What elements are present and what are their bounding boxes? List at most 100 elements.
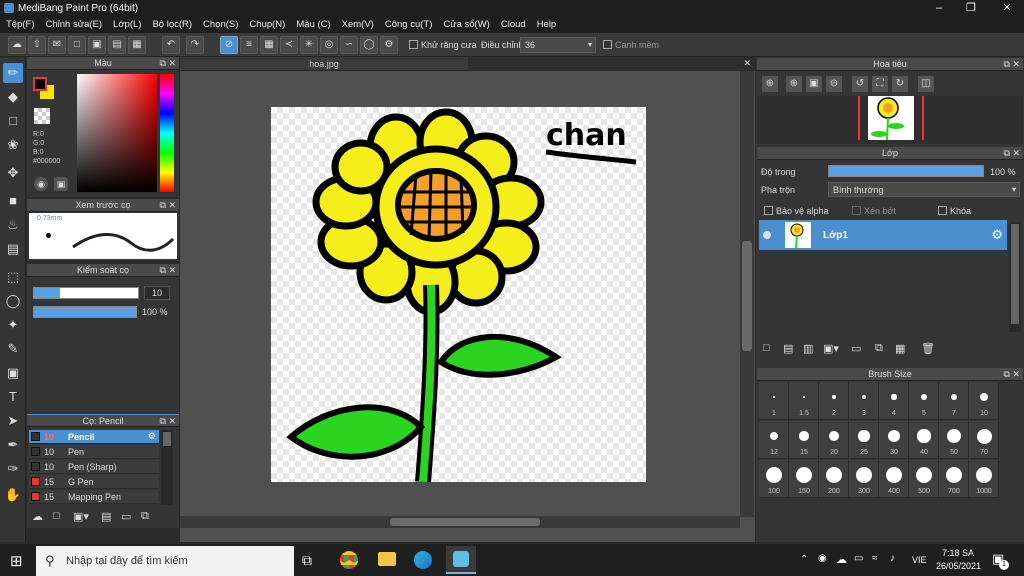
page-manage-icon[interactable]: ▤ [108, 36, 126, 54]
tab-document[interactable]: hoa.jpg [180, 57, 468, 71]
menu-color[interactable]: Màu (C) [290, 17, 335, 30]
correction-dropdown[interactable]: 36 ▾ [520, 37, 596, 53]
rotate-right-icon[interactable]: ↻ [892, 76, 908, 92]
brush-size-option[interactable]: 500 [909, 460, 939, 498]
close-icon[interactable]: ⧉ ✕ [160, 199, 176, 212]
brush-size-slider[interactable] [33, 287, 139, 299]
brush-size-option[interactable]: 2 [819, 382, 849, 420]
gradient-tool-icon[interactable]: ▤ [3, 239, 23, 259]
brush-size-option[interactable]: 40 [909, 421, 939, 459]
eraser-tool-icon[interactable]: ◆ [3, 87, 23, 107]
crisscross-snap-icon[interactable]: ▦ [260, 36, 278, 54]
hand-tool-icon[interactable]: ✋ [3, 485, 23, 505]
brush-item[interactable]: 15 G Pen [29, 475, 159, 489]
onedrive-icon[interactable]: ☁ [836, 553, 847, 566]
copy-brush-icon[interactable]: ⧉ [141, 510, 149, 523]
clock-date[interactable]: 26/05/2021 [936, 561, 981, 571]
brush-item[interactable]: 10 Pen (Sharp) [29, 460, 159, 474]
dot-tool-icon[interactable]: □ [3, 111, 23, 131]
gear-icon[interactable]: ⚙ [991, 227, 1003, 243]
clip-checkbox[interactable] [852, 206, 861, 215]
brush-size-option[interactable]: 150 [789, 460, 819, 498]
blend-mode-dropdown[interactable]: Bình thường ▾ [828, 182, 1020, 197]
close-icon[interactable]: ✕ [743, 58, 751, 69]
minimize-icon[interactable]: – [922, 0, 956, 17]
chevron-up-icon[interactable]: ⌃ [800, 554, 808, 565]
brush-item[interactable]: 10 Pencil ⚙ [29, 430, 159, 444]
menu-filter[interactable]: Bộ lọc(R) [146, 17, 197, 30]
shape-tool-icon[interactable]: ■ [3, 191, 23, 211]
menu-view[interactable]: Xem(V) [336, 17, 379, 30]
canvas-horizontal-scrollbar[interactable] [180, 516, 740, 528]
volume-icon[interactable]: ♪ [890, 553, 895, 564]
zoom-in-icon[interactable]: ⊕ [762, 76, 778, 92]
parallel-snap-icon[interactable]: ≡ [240, 36, 258, 54]
language-indicator[interactable]: VIE [912, 555, 927, 565]
close-icon[interactable]: ✕ [990, 0, 1024, 17]
close-icon[interactable]: ⧉ ✕ [160, 264, 176, 277]
foreground-color-swatch[interactable] [33, 77, 47, 91]
new-8bit-layer-icon[interactable]: ▥ [803, 342, 813, 355]
taskbar-search[interactable]: ⚲ Nhập tại đây để tìm kiếm [36, 546, 294, 576]
rotate-left-icon[interactable]: ↺ [852, 76, 868, 92]
menu-snap[interactable]: Chụp(N) [243, 17, 290, 30]
undo-icon[interactable]: ↶ [162, 36, 180, 54]
canvas-vertical-scrollbar[interactable] [740, 71, 754, 517]
antialias-checkbox[interactable] [409, 40, 418, 49]
comment-icon[interactable]: ✉ [48, 36, 66, 54]
battery-icon[interactable]: ▭ [854, 553, 863, 564]
brush-size-option[interactable]: 15 [789, 421, 819, 459]
text-tool-icon[interactable]: T [3, 387, 23, 407]
brush-list-scrollbar[interactable] [161, 430, 173, 505]
navigator-preview[interactable] [757, 96, 1023, 144]
brush-size-option[interactable]: 4 [879, 382, 909, 420]
artboard[interactable]: chan [271, 107, 646, 483]
menu-cloud[interactable]: Cloud [495, 17, 531, 30]
save-icon[interactable]: ▣ [88, 36, 106, 54]
brush-size-option[interactable]: 1 [759, 382, 789, 420]
radial-snap-icon[interactable]: ✳ [300, 36, 318, 54]
close-icon[interactable]: ⧉ ✕ [1004, 147, 1020, 160]
color-saturation-picker[interactable] [77, 74, 157, 192]
add-brush-icon[interactable]: □ [53, 510, 60, 522]
edge-browser-icon[interactable] [414, 551, 432, 569]
close-icon[interactable]: ⧉ ✕ [1004, 58, 1020, 71]
meet-now-icon[interactable]: ◉ [818, 553, 827, 564]
fit-icon[interactable]: ▣ [806, 76, 822, 92]
clock-time[interactable]: 7:18 SA [942, 548, 974, 558]
close-icon[interactable]: ⧉ ✕ [160, 415, 176, 428]
delete-layer-icon[interactable]: 🗑 [921, 342, 935, 355]
menu-edit[interactable]: Chỉnh sửa(E) [40, 17, 108, 30]
add-layer-menu-icon[interactable]: ▣▾ [823, 342, 839, 355]
fill-tool-icon[interactable]: ♨ [3, 215, 23, 235]
gear-icon[interactable]: ⚙ [148, 431, 156, 442]
share-icon[interactable]: ⇧ [28, 36, 46, 54]
cloud-icon[interactable]: ☁ [8, 36, 26, 54]
menu-layer[interactable]: Lớp(L) [107, 17, 146, 30]
transparent-color-swatch[interactable] [34, 108, 50, 124]
brush-item[interactable]: 10 Pen [29, 445, 159, 459]
new-halftone-layer-icon[interactable]: ▤ [783, 342, 793, 355]
circle-snap-icon[interactable]: ◎ [320, 36, 338, 54]
brush-menu-icon[interactable]: ▣▾ [73, 510, 89, 523]
blur-tool-icon[interactable]: ❀ [3, 135, 23, 155]
grid-view-icon[interactable]: ▦ [128, 36, 146, 54]
lock-checkbox[interactable] [938, 206, 947, 215]
brush-size-option[interactable]: 50 [939, 421, 969, 459]
zoom-in-alt-icon[interactable]: ⊕ [786, 76, 802, 92]
brush-tool-icon[interactable]: ✏ [3, 63, 23, 83]
new-layer-icon[interactable]: □ [763, 342, 770, 354]
protect-alpha-checkbox[interactable] [764, 206, 773, 215]
edge-checkbox[interactable] [603, 40, 612, 49]
new-file-icon[interactable]: □ [68, 36, 86, 54]
eyedropper-icon[interactable]: ✑ [3, 459, 23, 479]
layer-opacity-slider[interactable] [828, 165, 984, 177]
layer-scrollbar[interactable] [1009, 222, 1021, 332]
snap-settings-icon[interactable]: ⚙ [380, 36, 398, 54]
menu-window[interactable]: Cửa sổ(W) [437, 17, 494, 30]
brush-settings-icon[interactable]: ▤ [101, 510, 111, 523]
brush-size-option[interactable]: 400 [879, 460, 909, 498]
chrome-icon[interactable] [340, 551, 358, 569]
color-mode-icon[interactable]: ▣ [54, 177, 68, 191]
select-pen-icon[interactable]: ✎ [3, 339, 23, 359]
